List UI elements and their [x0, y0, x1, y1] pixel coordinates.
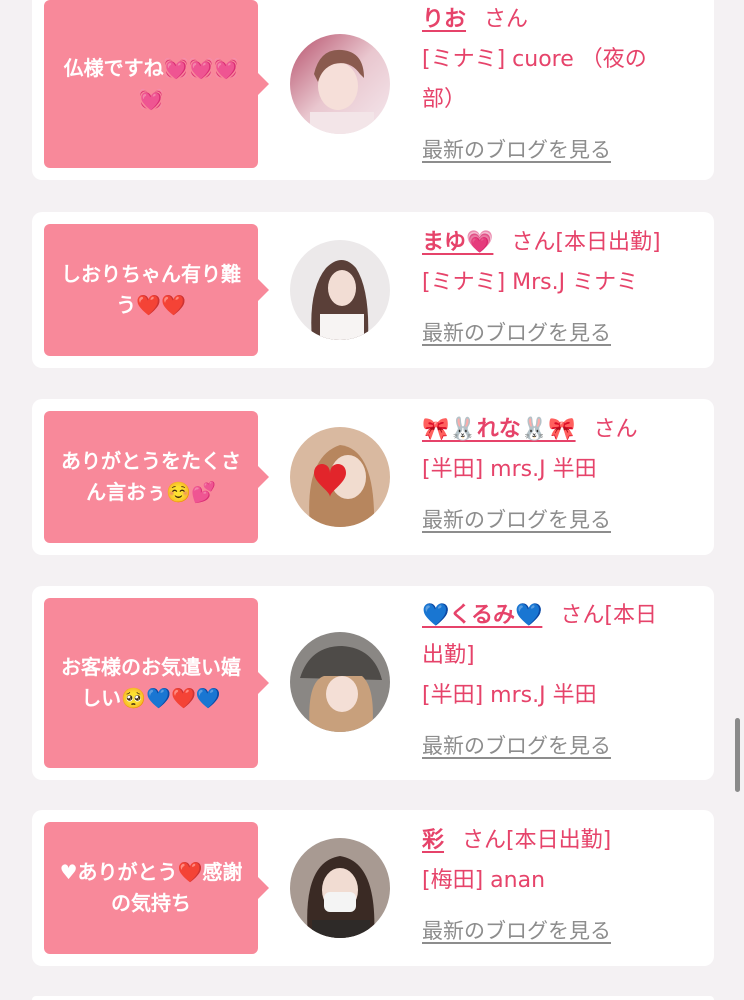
latest-blog-link[interactable]: 最新のブログを見る	[422, 500, 710, 540]
profile-info: まゆ💗 さん[本日出勤] [ミナミ] Mrs.J ミナミ 最新のブログを見る	[422, 223, 710, 353]
message-text: 仏様ですね💓💓💓💓	[63, 56, 239, 111]
list-item: ありがとうをたくさん言おぅ☺️💕 🎀🐰れな🐰🎀 さん [半田] mrs.J 半田 …	[32, 399, 714, 555]
girl-photo-cap-avatar	[290, 632, 390, 732]
girl-photo-avatar	[290, 34, 390, 134]
avatar[interactable]	[290, 632, 390, 732]
honorific: さん[本日出勤]	[462, 828, 612, 853]
message-text: ありがとうをたくさん言おぅ☺️💕	[61, 449, 241, 504]
shop-label: [ミナミ] cuore （夜の	[422, 47, 647, 72]
girl-name-link[interactable]: りお	[422, 7, 466, 32]
profile-info: 彩さん[本日出勤] [梅田] anan 最新のブログを見る	[422, 821, 710, 951]
latest-blog-link[interactable]: 最新のブログを見る	[422, 130, 710, 170]
profile-info: 💙くるみ💙 さん[本日 出勤] [半田] mrs.J 半田 最新のブログを見る	[422, 596, 710, 766]
girl-name-link[interactable]: 彩	[422, 828, 444, 853]
message-bubble: ありがとうをたくさん言おぅ☺️💕	[44, 411, 269, 543]
list-item: 仏様ですね💓💓💓💓 りお さん [ミナミ] cuore （夜の 部） 最新のブロ…	[32, 0, 714, 180]
list-item: お客様のお気遣い嬉しい🥺💙❤️💙 💙くるみ💙 さん[本日 出勤] [半田] mrs…	[32, 586, 714, 780]
avatar[interactable]	[290, 838, 390, 938]
honorific: さん	[593, 417, 638, 442]
honorific: さん	[484, 7, 529, 32]
latest-blog-link[interactable]: 最新のブログを見る	[422, 313, 710, 353]
list-item	[32, 996, 714, 1000]
shop-label: [半田] mrs.J 半田	[422, 457, 597, 482]
girl-name-link[interactable]: まゆ💗	[422, 230, 493, 255]
girl-photo-mask-avatar	[290, 838, 390, 938]
latest-blog-link[interactable]: 最新のブログを見る	[422, 911, 710, 951]
shop-label-cont: 部）	[422, 87, 467, 112]
shop-label: [梅田] anan	[422, 868, 546, 893]
profile-info: りお さん [ミナミ] cuore （夜の 部） 最新のブログを見る	[422, 0, 710, 170]
list-item: しおりちゃん有り難う❤️❤️ まゆ💗 さん[本日出勤] [ミナミ] Mrs.J ミ…	[32, 212, 714, 368]
message-text: ♥ありがとう❤️感謝の気持ち	[59, 860, 243, 915]
girl-name-link[interactable]: 💙くるみ💙	[422, 603, 542, 628]
message-bubble: しおりちゃん有り難う❤️❤️	[44, 224, 269, 356]
latest-blog-link[interactable]: 最新のブログを見る	[422, 726, 710, 766]
shop-label: [半田] mrs.J 半田	[422, 683, 597, 708]
girl-name-link[interactable]: 🎀🐰れな🐰🎀	[422, 417, 576, 442]
girl-photo-avatar	[290, 240, 390, 340]
avatar[interactable]	[290, 427, 390, 527]
profile-info: 🎀🐰れな🐰🎀 さん [半田] mrs.J 半田 最新のブログを見る	[422, 410, 710, 540]
avatar[interactable]	[290, 240, 390, 340]
shop-label: [ミナミ] Mrs.J ミナミ	[422, 270, 639, 295]
honorific: さん[本日出勤]	[511, 230, 661, 255]
message-text: お客様のお気遣い嬉しい🥺💙❤️💙	[61, 655, 241, 710]
message-bubble: ♥ありがとう❤️感謝の気持ち	[44, 822, 269, 954]
list-item: ♥ありがとう❤️感謝の気持ち 彩さん[本日出勤] [梅田] anan 最新のブロ…	[32, 810, 714, 966]
message-text: しおりちゃん有り難う❤️❤️	[61, 262, 241, 317]
honorific-cont: 出勤]	[422, 643, 475, 668]
scrollbar[interactable]	[735, 718, 740, 792]
honorific: さん[本日	[560, 603, 657, 628]
girl-photo-heart-avatar	[290, 427, 390, 527]
message-bubble: 仏様ですね💓💓💓💓	[44, 0, 269, 168]
message-bubble: お客様のお気遣い嬉しい🥺💙❤️💙	[44, 598, 269, 768]
avatar[interactable]	[290, 34, 390, 134]
